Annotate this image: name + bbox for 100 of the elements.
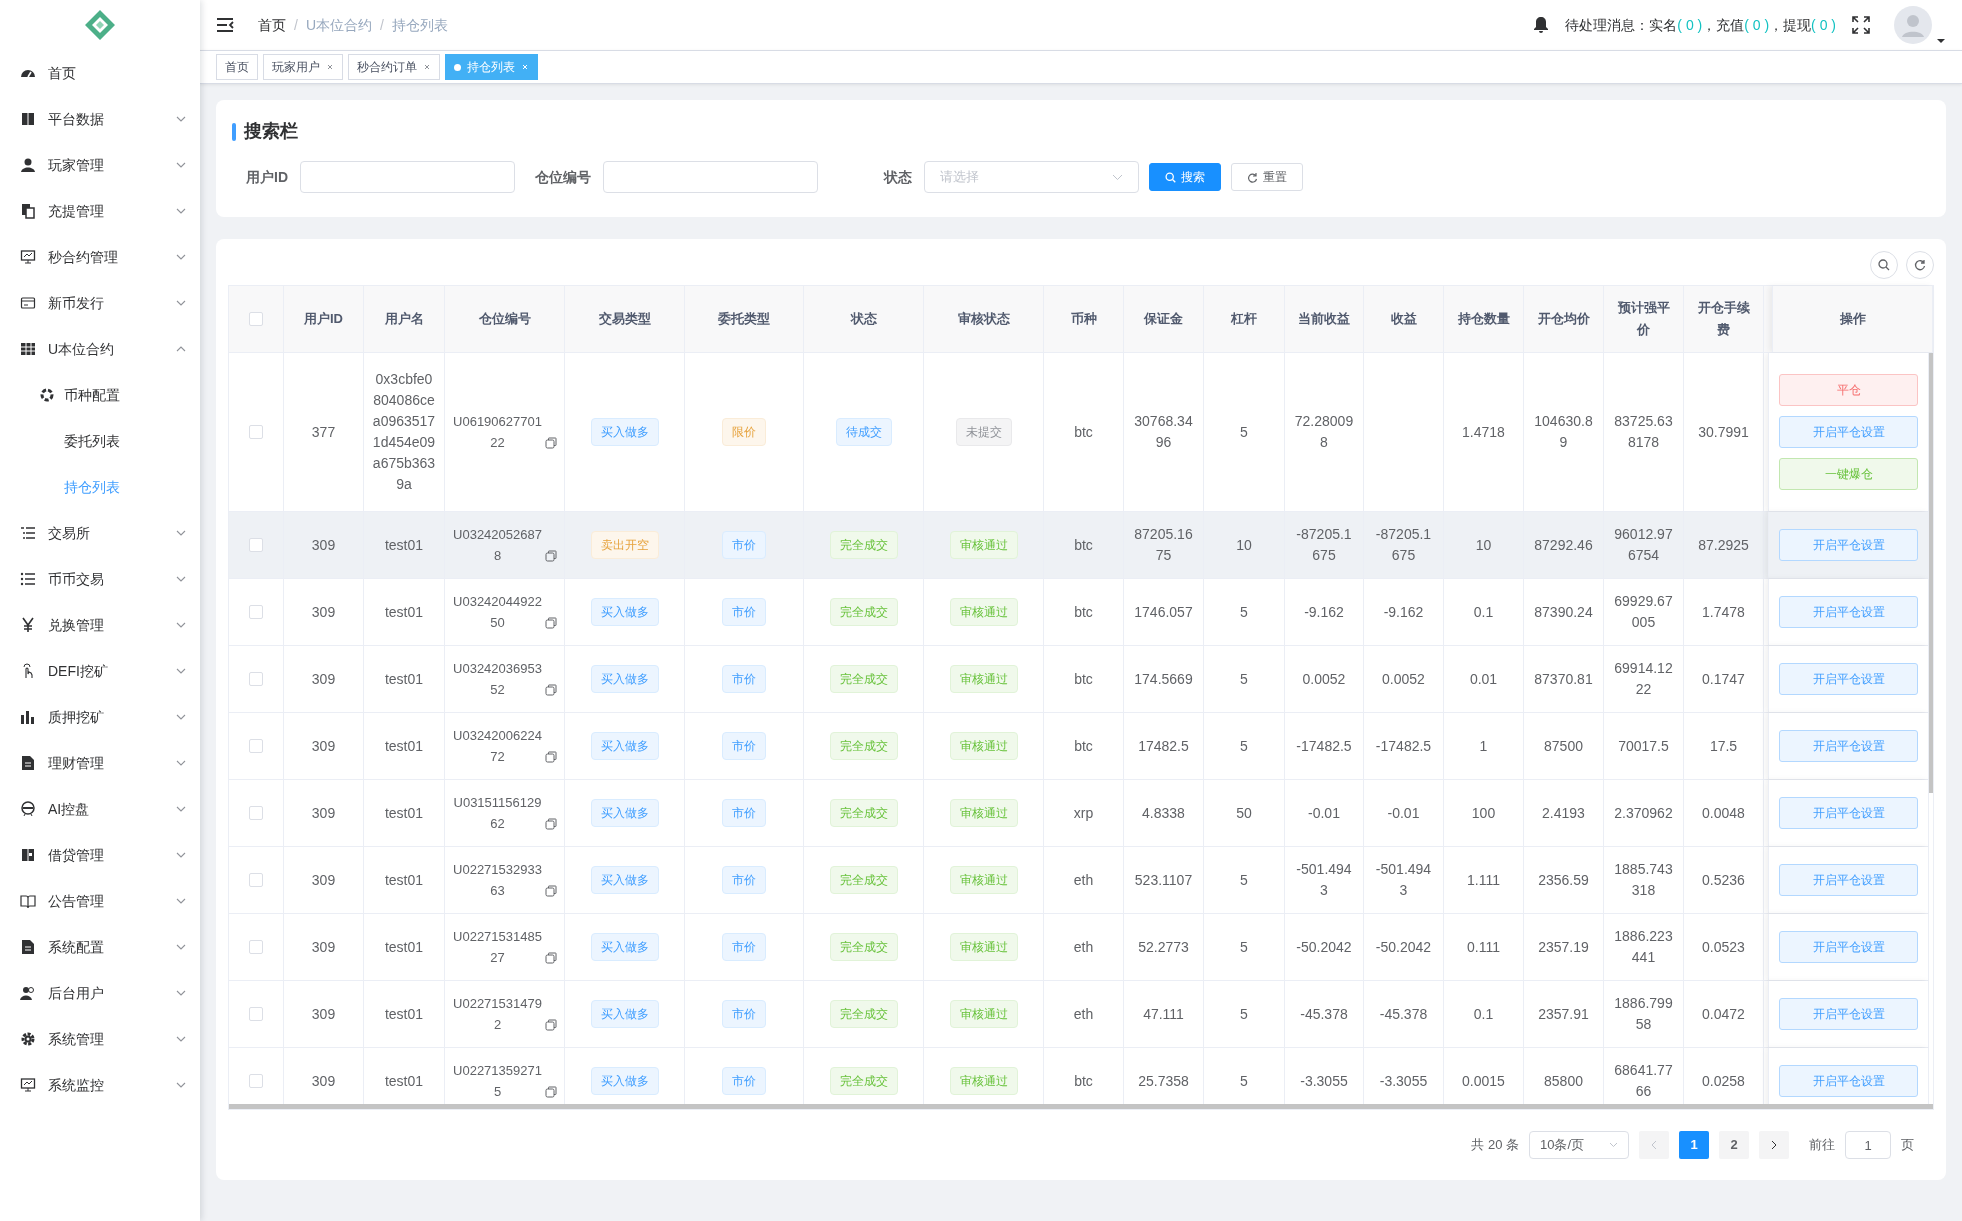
submenu-item[interactable]: 币种配置 <box>0 372 200 418</box>
submenu-item[interactable]: 委托列表 <box>0 418 200 464</box>
column-header: 状态 <box>850 310 877 328</box>
goto-label: 前往 <box>1809 1136 1835 1155</box>
checkbox[interactable] <box>249 806 263 820</box>
menu-item[interactable]: 币币交易 <box>0 556 200 602</box>
copy-icon[interactable] <box>544 952 557 964</box>
menu-item[interactable]: 质押挖矿 <box>0 694 200 740</box>
table-row[interactable]: 309 test01 U0324204492250 买入做多 市价 完全成交 审核通过 btc 1746.057 5 -9.162 -9.162 0.1 87390.24 69929.67005 1.7478 开启平仓设置 <box>229 579 1929 646</box>
checkbox[interactable] <box>249 739 263 753</box>
table-row[interactable]: 309 test01 U022715314792 买入做多 市价 完全成交 审核通过 eth 47.111 5 -45.378 -45.378 0.1 2357.91 1886.79958 0.0472 开启平仓设置 <box>229 981 1929 1048</box>
table-cell-text: 1886.223441 <box>1613 927 1674 967</box>
fullscreen-icon[interactable] <box>1852 16 1870 34</box>
table-cell-text: eth <box>1072 937 1095 957</box>
table-row[interactable]: 309 test01 U032420526878 卖出开空 市价 完全成交 审核通过 btc 87205.1675 10 -87205.1675 -87205.1675 10 87292.46 96012.976754 87.2925 开启平仓设置 <box>229 512 1929 579</box>
checkbox[interactable] <box>249 1074 263 1088</box>
table-cell-text: test01 <box>383 937 425 957</box>
menu-item[interactable]: AI控盘 <box>0 786 200 832</box>
checkbox[interactable] <box>249 1007 263 1021</box>
copy-icon[interactable] <box>544 885 557 897</box>
copy-icon[interactable] <box>544 1086 557 1098</box>
status-tag: 审核通过 <box>949 665 1018 693</box>
copy-icon[interactable] <box>544 751 557 763</box>
bell-icon[interactable] <box>1533 16 1550 34</box>
close-icon[interactable] <box>423 63 431 71</box>
checkbox[interactable] <box>249 538 263 552</box>
menu-item[interactable]: DEFI挖矿 <box>0 648 200 694</box>
copy-icon[interactable] <box>544 617 557 629</box>
table-row[interactable]: 309 test01 U0324203695352 买入做多 市价 完全成交 审核通过 btc 174.5669 5 0.0052 0.0052 0.01 87370.81 69914.1222 0.1747 开启平仓设置 <box>229 646 1929 713</box>
menu-icon[interactable] <box>216 17 234 33</box>
checkbox[interactable] <box>249 672 263 686</box>
input-field[interactable] <box>300 161 515 193</box>
menu-item[interactable]: 首页 <box>0 50 200 96</box>
checkbox[interactable] <box>249 425 263 439</box>
reset-button[interactable]: 重置 <box>1231 163 1303 191</box>
copy-icon[interactable] <box>544 684 557 696</box>
table-cell-text: U0324203695352 <box>452 660 543 699</box>
chevron-right-icon <box>1771 1140 1777 1150</box>
table-row[interactable]: 309 test01 U0315115612962 买入做多 市价 完全成交 审核通过 xrp 4.8338 50 -0.01 -0.01 100 2.4193 2.370962 0.0048 开启平仓设置 <box>229 780 1929 847</box>
menu-item[interactable]: 系统管理 <box>0 1016 200 1062</box>
menu-item[interactable]: 兑换管理 <box>0 602 200 648</box>
tab[interactable]: 玩家用户 <box>263 54 343 80</box>
menu-item[interactable]: 秒合约管理 <box>0 234 200 280</box>
table-row[interactable]: 309 test01 U0227153293363 买入做多 市价 完全成交 审核通过 eth 523.1107 5 -501.4943 -501.4943 1.111 2356.59 1885.743318 0.5236 开启平仓设置 <box>229 847 1929 914</box>
menu-item[interactable]: 新币发行 <box>0 280 200 326</box>
close-icon[interactable] <box>326 63 334 71</box>
vertical-scrollbar[interactable] <box>1929 353 1933 793</box>
tab[interactable]: 秒合约订单 <box>348 54 440 80</box>
documents-icon <box>20 203 36 219</box>
person-icon <box>20 157 36 173</box>
status-tag: 买入做多 <box>590 665 659 693</box>
table-cell-text: -9.162 <box>1382 602 1425 622</box>
table-cell-text: btc <box>1073 535 1094 555</box>
table-cell-text: -50.2042 <box>1374 937 1433 957</box>
table-cell-text: test01 <box>383 535 425 555</box>
checkbox[interactable] <box>249 940 263 954</box>
copy-icon[interactable] <box>544 437 557 449</box>
menu-item[interactable]: 系统配置 <box>0 924 200 970</box>
table-cell-text: 85800 <box>1543 1071 1584 1091</box>
menu-item[interactable]: 交易所 <box>0 510 200 556</box>
checkbox[interactable] <box>249 312 263 326</box>
table-cell-text: 5 <box>1239 669 1249 689</box>
checkbox[interactable] <box>249 873 263 887</box>
table-cell-text: 0.0048 <box>1701 803 1746 823</box>
table-cell-text: 30768.3496 <box>1133 412 1194 452</box>
status-tag: 审核通过 <box>949 531 1018 559</box>
caret-icon[interactable] <box>1936 38 1946 44</box>
notification-link[interactable]: 实名 <box>1649 14 1678 36</box>
notification-link[interactable]: 提现 <box>1783 14 1812 36</box>
menu-item[interactable]: 后台用户 <box>0 970 200 1016</box>
page-size-select[interactable]: 10条/页 <box>1529 1131 1629 1159</box>
notification-link[interactable]: 充值 <box>1716 14 1745 36</box>
page-button[interactable]: 2 <box>1719 1131 1749 1159</box>
menu-item[interactable]: 借贷管理 <box>0 832 200 878</box>
menu-item[interactable]: 公告管理 <box>0 878 200 924</box>
status-tag: 待成交 <box>835 418 892 446</box>
menu-item[interactable]: 理财管理 <box>0 740 200 786</box>
copy-icon[interactable] <box>544 818 557 830</box>
breadcrumb-link[interactable]: 首页 <box>258 14 286 36</box>
notification-count: ( 0 ) <box>1744 15 1770 35</box>
page-input[interactable]: 1 <box>1845 1131 1891 1159</box>
table-row[interactable]: 309 test01 U0324200622472 买入做多 市价 完全成交 审核通过 btc 17482.5 5 -17482.5 -17482.5 1 87500 70017.5 17.5 开启平仓设置 <box>229 713 1929 780</box>
menu-item[interactable]: U本位合约 <box>0 326 200 372</box>
checkbox[interactable] <box>249 605 263 619</box>
tab[interactable]: 首页 <box>216 54 258 80</box>
table-cell-text: 309 <box>310 937 337 957</box>
menu-item[interactable]: 充提管理 <box>0 188 200 234</box>
table-row[interactable]: 309 test01 U0227153148527 买入做多 市价 完全成交 审核通过 eth 52.2773 5 -50.2042 -50.2042 0.111 2357.19 1886.223441 0.0523 开启平仓设置 <box>229 914 1929 981</box>
table-cell-text: 70017.5 <box>1617 736 1670 756</box>
copy-icon[interactable] <box>544 1019 557 1031</box>
table-row[interactable]: 377 0x3cbfe0804086cea09635171d454e09a675b3639a U0619062770122 买入做多 限价 待成交 未提交 btc 30768.3496 5 72.280098 1.4718 104630.89 83725.638178 30.7991 平仓 开启平仓设置 一键爆仓 <box>229 353 1929 512</box>
menu-item[interactable]: 玩家管理 <box>0 142 200 188</box>
copy-icon[interactable] <box>544 550 557 562</box>
menu-item[interactable]: 系统监控 <box>0 1062 200 1108</box>
table-cell-text: U0619062770122 <box>452 413 543 452</box>
menu-item[interactable]: 平台数据 <box>0 96 200 142</box>
input-field[interactable] <box>603 161 818 193</box>
status-tag: 市价 <box>722 866 766 894</box>
horizontal-scrollbar[interactable] <box>229 1104 1933 1109</box>
table-cell-text: 309 <box>310 736 337 756</box>
